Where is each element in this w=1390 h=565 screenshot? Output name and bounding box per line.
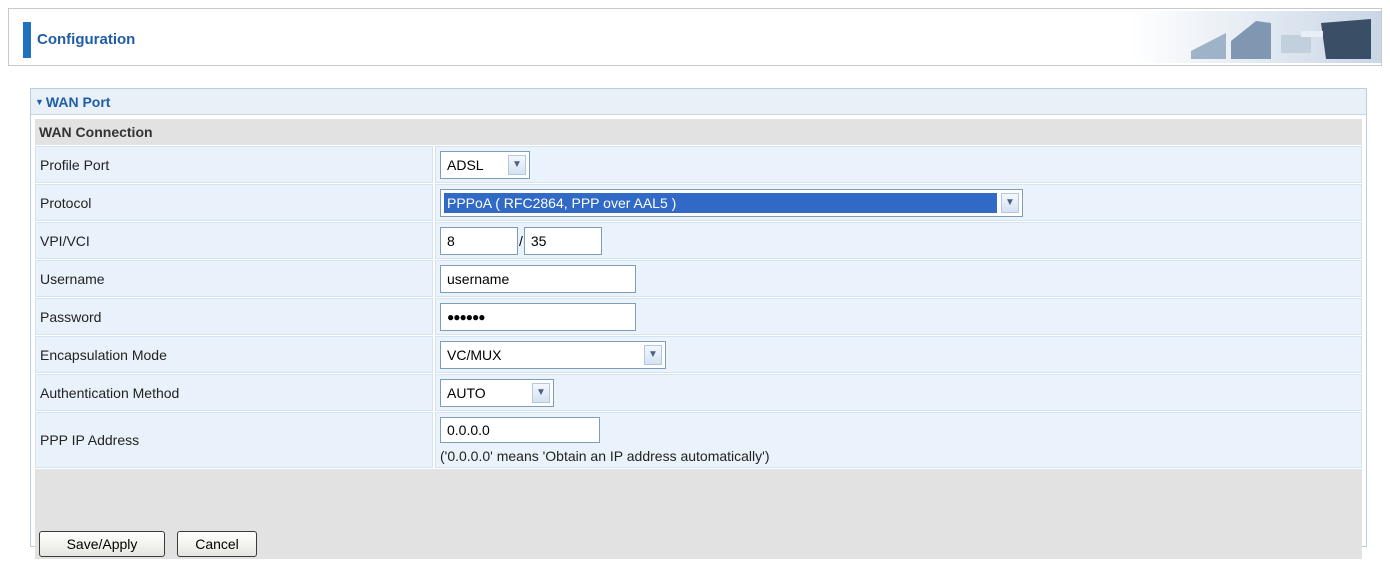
row-profile-port: Profile Port ADSL ▼ (35, 146, 1362, 183)
row-encapsulation: Encapsulation Mode VC/MUX ▼ (35, 336, 1362, 373)
auth-method-label: Authentication Method (35, 374, 433, 411)
wan-port-panel: ▼ WAN Port WAN Connection Profile Port AD… (30, 88, 1367, 559)
encapsulation-label: Encapsulation Mode (35, 336, 433, 373)
username-input[interactable]: username (440, 264, 636, 293)
vpi-vci-separator: / (519, 232, 523, 249)
panel-title-bar[interactable]: ▼ WAN Port (31, 89, 1366, 115)
ppp-ip-label: PPP IP Address (35, 412, 433, 468)
row-vpi-vci: VPI/VCI 8 / 35 (35, 222, 1362, 259)
vpi-input[interactable]: 8 (440, 226, 518, 255)
chevron-down-icon: ▼ (1001, 192, 1019, 213)
button-bar: Save/Apply Cancel (35, 469, 1362, 559)
password-label: Password (35, 298, 433, 335)
section-header: WAN Connection (35, 119, 1362, 145)
row-auth-method: Authentication Method AUTO ▼ (35, 374, 1362, 411)
panel-title: WAN Port (45, 94, 111, 110)
password-input[interactable]: ●●●●●● (440, 302, 636, 331)
chevron-down-icon: ▼ (508, 154, 526, 175)
profile-port-label: Profile Port (35, 146, 433, 183)
profile-port-select[interactable]: ADSL ▼ (440, 150, 530, 179)
header-accent-bar (23, 22, 31, 58)
vci-input[interactable]: 35 (523, 226, 602, 255)
chevron-down-icon: ▼ (532, 382, 550, 403)
username-label: Username (35, 260, 433, 297)
page-title: Configuration (37, 31, 136, 48)
row-username: Username username (35, 260, 1362, 297)
row-protocol: Protocol PPPoA ( RFC2864, PPP over AAL5 … (35, 184, 1362, 221)
ppp-ip-input[interactable]: 0.0.0.0 (440, 416, 600, 443)
protocol-label: Protocol (35, 184, 433, 221)
protocol-select[interactable]: PPPoA ( RFC2864, PPP over AAL5 ) ▼ (440, 188, 1023, 217)
row-ppp-ip: PPP IP Address 0.0.0.0 ('0.0.0.0' means … (35, 412, 1362, 468)
row-password: Password ●●●●●● (35, 298, 1362, 335)
header-banner-graphic (1131, 11, 1381, 63)
vpi-vci-label: VPI/VCI (35, 222, 433, 259)
encapsulation-select[interactable]: VC/MUX ▼ (440, 340, 666, 369)
triangle-down-icon: ▼ (35, 97, 44, 107)
cancel-button[interactable]: Cancel (177, 531, 257, 557)
ppp-ip-hint: ('0.0.0.0' means 'Obtain an IP address a… (440, 447, 770, 464)
page-header: Configuration (8, 8, 1382, 66)
auth-method-select[interactable]: AUTO ▼ (440, 378, 554, 407)
save-apply-button[interactable]: Save/Apply (39, 531, 165, 557)
chevron-down-icon: ▼ (644, 344, 662, 365)
